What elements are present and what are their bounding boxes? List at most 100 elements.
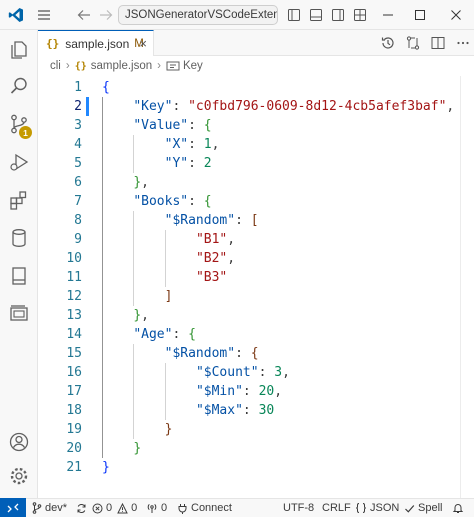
plug-icon	[178, 503, 187, 514]
ports-count: 0	[161, 502, 168, 514]
tab-label: sample.json	[65, 36, 130, 51]
code-text: "$Min": 20,	[196, 382, 282, 401]
breadcrumb-file[interactable]: sample.json	[91, 60, 152, 72]
extensions-icon[interactable]	[0, 182, 38, 218]
code-editor[interactable]: 1{2 "Key": "c0fbd796-0609-8d12-4cb5afef3b…	[38, 76, 474, 498]
code-text: }	[102, 458, 110, 477]
customize-layout-icon[interactable]	[350, 5, 370, 25]
code-line[interactable]: 13},	[38, 306, 474, 325]
code-text: "X": 1,	[165, 135, 220, 154]
code-line[interactable]: 3 "Value": {	[38, 116, 474, 135]
source-control-icon[interactable]: 1	[0, 106, 38, 142]
notifications-status[interactable]	[452, 499, 467, 517]
code-token: ,	[274, 384, 283, 399]
back-arrow-icon[interactable]	[74, 5, 94, 25]
check-icon	[405, 504, 415, 513]
ports-status[interactable]: 0	[146, 499, 167, 517]
breadcrumb-symbol[interactable]: Key	[183, 60, 203, 72]
remote-explorer-icon[interactable]	[0, 296, 38, 332]
menu-icon[interactable]	[34, 5, 54, 25]
open-changes-icon[interactable]	[402, 32, 424, 54]
code-line[interactable]: 15 "$Random": {	[38, 344, 474, 363]
command-center-search[interactable]: JSONGeneratorVSCodeExtension	[118, 5, 278, 25]
code-token: }	[133, 308, 142, 323]
code-line[interactable]: 9 "B1",	[38, 230, 474, 249]
code-text: "$Random": [	[165, 211, 259, 230]
line-number: 7	[74, 194, 82, 209]
code-line[interactable]: 7 "Books": {	[38, 192, 474, 211]
code-token: "X"	[164, 137, 189, 152]
code-line[interactable]: 21}	[38, 458, 474, 477]
encoding-status[interactable]: UTF-8	[283, 499, 314, 517]
split-editor-icon[interactable]	[427, 32, 449, 54]
code-line[interactable]: 5 "Y": 2	[38, 154, 474, 173]
code-token: ,	[282, 365, 290, 380]
minimize-icon[interactable]	[378, 5, 398, 25]
database-icon[interactable]	[0, 220, 38, 256]
more-actions-icon[interactable]	[452, 32, 474, 54]
code-text: ]	[165, 287, 173, 306]
search-sidebar-icon[interactable]	[0, 68, 38, 104]
book-icon[interactable]	[0, 258, 38, 294]
tab-sample-json[interactable]: {} sample.json M ×	[38, 30, 154, 56]
connect-status[interactable]: Connect	[177, 499, 232, 517]
account-icon[interactable]	[0, 424, 38, 460]
code-token: :	[235, 213, 251, 228]
problems-status[interactable]: 0 0	[92, 499, 137, 517]
explorer-icon[interactable]	[0, 32, 38, 68]
code-token: ,	[446, 99, 455, 114]
code-token: "Key"	[133, 99, 173, 114]
remote-indicator-icon[interactable]	[0, 498, 26, 517]
line-number: 5	[74, 156, 82, 171]
code-line[interactable]: 19}	[38, 420, 474, 439]
code-line[interactable]: 12]	[38, 287, 474, 306]
code-line[interactable]: 6},	[38, 173, 474, 192]
maximize-icon[interactable]	[410, 5, 430, 25]
code-text: "$Max": 30	[196, 401, 274, 420]
code-token: {	[203, 194, 212, 209]
line-number: 12	[66, 289, 82, 304]
toggle-panel-icon[interactable]	[306, 5, 326, 25]
code-line[interactable]: 16 "$Count": 3,	[38, 363, 474, 382]
code-line[interactable]: 14 "Age": {	[38, 325, 474, 344]
run-debug-icon[interactable]	[0, 144, 38, 180]
code-line[interactable]: 11 "B3"	[38, 268, 474, 287]
line-number: 8	[74, 213, 82, 228]
breadcrumb: cli › {} sample.json › Key	[38, 56, 474, 76]
manage-gear-icon[interactable]	[0, 458, 38, 494]
code-token: {	[203, 118, 212, 133]
chevron-right-icon: ›	[65, 60, 70, 72]
code-token: ,	[141, 175, 149, 190]
code-line[interactable]: 20}	[38, 439, 474, 458]
code-line[interactable]: 4 "X": 1,	[38, 135, 474, 154]
line-number: 17	[66, 384, 82, 399]
code-line[interactable]: 1{	[38, 78, 474, 97]
line-number: 15	[66, 346, 82, 361]
toggle-primary-sidebar-icon[interactable]	[284, 5, 304, 25]
code-text: "$Random": {	[165, 344, 259, 363]
timeline-history-icon[interactable]	[377, 32, 399, 54]
toggle-secondary-sidebar-icon[interactable]	[328, 5, 348, 25]
line-number: 11	[66, 270, 82, 285]
close-window-icon[interactable]	[446, 5, 466, 25]
code-line[interactable]: 18 "$Max": 30	[38, 401, 474, 420]
tab-close-icon[interactable]: ×	[139, 36, 147, 51]
eol-status[interactable]: CRLF	[322, 499, 351, 517]
forward-arrow-icon[interactable]	[96, 5, 116, 25]
sync-status[interactable]	[76, 499, 90, 517]
spell-status[interactable]: Spell	[404, 499, 442, 517]
code-line[interactable]: 8 "$Random": [	[38, 211, 474, 230]
breadcrumb-folder[interactable]: cli	[50, 60, 61, 72]
line-number: 3	[74, 118, 82, 133]
symbol-key-icon	[166, 61, 180, 71]
warning-count: 0	[131, 502, 138, 514]
code-token: 1	[203, 137, 212, 152]
code-line[interactable]: 17 "$Min": 20,	[38, 382, 474, 401]
line-number: 10	[66, 251, 82, 266]
code-line[interactable]: 10 "B2",	[38, 249, 474, 268]
language-status[interactable]: JSON	[355, 499, 399, 517]
code-line[interactable]: 2 "Key": "c0fbd796-0609-8d12-4cb5afef3baf…	[38, 97, 474, 116]
code-token: }	[102, 460, 110, 475]
code-token: :	[235, 346, 251, 361]
branch-status[interactable]: dev*	[32, 499, 67, 517]
